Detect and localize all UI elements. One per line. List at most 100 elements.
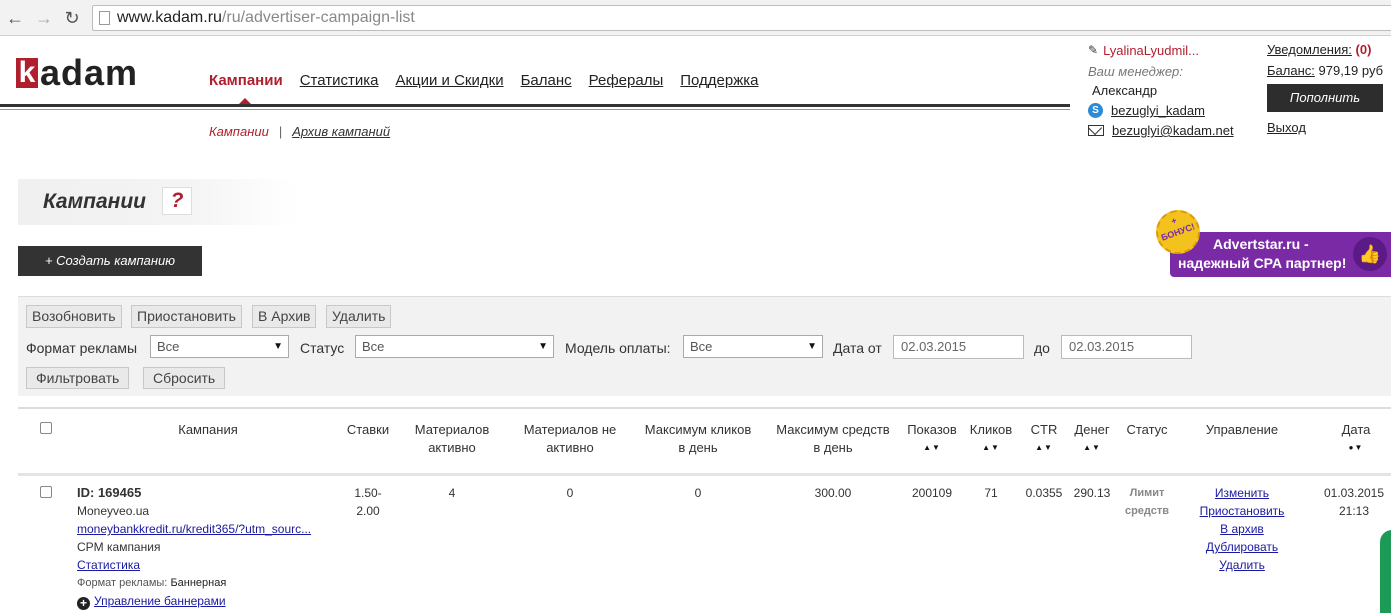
header-divider-thin <box>0 109 1070 110</box>
campaign-site: Moneyveo.ua <box>77 504 150 518</box>
format-select[interactable]: Все ▼ <box>150 335 289 358</box>
duplicate-link[interactable]: Дублировать <box>1198 538 1286 556</box>
col-bids: Ставки <box>346 422 390 437</box>
side-widget[interactable] <box>1380 530 1391 613</box>
pause-button[interactable]: Приостановить <box>131 305 242 328</box>
campaign-stats-link[interactable]: Статистика <box>77 558 140 572</box>
manage-cell: Изменить Приостановить В архив Дублирова… <box>1198 484 1286 574</box>
header-divider <box>0 104 1070 107</box>
status-label: Статус <box>300 340 345 356</box>
payment-select[interactable]: Все ▼ <box>683 335 823 358</box>
create-campaign-button[interactable]: + Создать кампанию <box>18 246 202 276</box>
date-line1: 01.03.2015 <box>1323 486 1385 500</box>
reload-icon[interactable]: ↻ <box>62 8 82 28</box>
money-cell: 290.13 <box>1073 486 1111 500</box>
sort-icon[interactable]: ▲▼ <box>1070 439 1114 457</box>
pause-link[interactable]: Приостановить <box>1198 502 1286 520</box>
email-link[interactable]: bezuglyi@kadam.net <box>1112 123 1234 138</box>
logout-link[interactable]: Выход <box>1267 120 1391 135</box>
kadam-logo[interactable]: k adam <box>16 52 139 93</box>
nav-balance[interactable]: Баланс <box>521 72 572 89</box>
sort-icon[interactable]: ▲▼ <box>1024 439 1064 457</box>
max-funds-cell: 300.00 <box>814 486 852 500</box>
mail-icon <box>1088 125 1104 136</box>
date-line2: 21:13 <box>1338 504 1370 518</box>
nav-statistics[interactable]: Статистика <box>300 72 379 89</box>
status-select-value: Все <box>362 339 385 354</box>
sub-nav: Кампании | Архив кампаний <box>209 124 390 139</box>
status-select[interactable]: Все ▼ <box>355 335 554 358</box>
col-materials-active-1: Материалов <box>414 422 490 437</box>
row-checkbox[interactable] <box>40 486 52 498</box>
col-shows-label: Показов <box>907 422 957 437</box>
date-cell: 01.03.2015 21:13 <box>1322 484 1386 520</box>
nav-support[interactable]: Поддержка <box>680 72 758 89</box>
manage-banners-link[interactable]: Управление баннерами <box>94 594 226 608</box>
address-bar[interactable]: www.kadam.ru/ru/advertiser-campaign-list <box>92 5 1391 31</box>
format-select-value: Все <box>157 339 180 354</box>
col-max-funds-1: Максимум средств <box>776 422 890 437</box>
col-shows[interactable]: Показов ▲▼ <box>904 421 960 457</box>
notifications-link[interactable]: Уведомления: <box>1267 42 1352 57</box>
edit-link[interactable]: Изменить <box>1198 484 1286 502</box>
user-name-row[interactable]: ✎ LyalinaLyudmil... <box>1088 42 1263 58</box>
banners-row: + Управление баннерами <box>77 592 337 610</box>
balance-value: 979,19 руб <box>1318 63 1384 78</box>
subnav-separator: | <box>278 124 283 139</box>
col-clicks[interactable]: Кликов ▲▼ <box>966 421 1016 457</box>
delete-link[interactable]: Удалить <box>1198 556 1286 574</box>
payment-label: Модель оплаты: <box>565 340 671 356</box>
shows-cell: 200109 <box>911 486 953 500</box>
skype-link[interactable]: bezuglyi_kadam <box>1111 103 1205 118</box>
sort-icon[interactable]: ▲▼ <box>904 439 960 457</box>
col-materials-inactive: Материалов не активно <box>514 421 626 457</box>
col-date-label: Дата <box>1341 422 1371 437</box>
nav-promotions[interactable]: Акции и Скидки <box>395 72 503 89</box>
help-button[interactable]: ? <box>162 187 192 215</box>
max-clicks-cell: 0 <box>694 486 702 500</box>
campaign-url-link[interactable]: moneybankkredit.ru/kredit365/?utm_sourc.… <box>77 522 311 536</box>
banner-line1: Advertstar.ru - <box>1213 236 1309 252</box>
reset-button[interactable]: Сбросить <box>143 367 226 389</box>
page-title-box: Кампании ? <box>18 179 298 225</box>
col-ctr-label: CTR <box>1030 422 1058 437</box>
col-ctr[interactable]: CTR ▲▼ <box>1024 421 1064 457</box>
balance-row: Баланс: 979,19 руб <box>1267 63 1391 78</box>
ad-format-label: Формат рекламы: <box>77 577 168 589</box>
advertstar-banner[interactable]: Advertstar.ru - надежный CPA партнер! 👍 <box>1170 232 1391 277</box>
balance-link[interactable]: Баланс: <box>1267 63 1315 78</box>
clicks-cell: 71 <box>984 486 998 500</box>
logo-text: adam <box>40 52 139 93</box>
col-max-clicks: Максимум кликов в день <box>638 421 758 457</box>
filter-button[interactable]: Фильтровать <box>26 367 130 389</box>
archive-link[interactable]: В архив <box>1198 520 1286 538</box>
col-manage: Управление <box>1205 422 1279 437</box>
back-icon[interactable]: ← <box>5 8 25 28</box>
nav-referrals[interactable]: Рефералы <box>589 72 664 89</box>
format-label: Формат рекламы <box>26 340 138 356</box>
date-from-input[interactable]: 02.03.2015 <box>893 335 1024 359</box>
col-money[interactable]: Денег ▲▼ <box>1070 421 1114 457</box>
topup-button[interactable]: Пополнить <box>1267 84 1383 112</box>
select-all-checkbox[interactable] <box>40 422 52 434</box>
delete-button[interactable]: Удалить <box>326 305 392 328</box>
campaign-type: CPM кампания <box>77 540 161 554</box>
sort-icon[interactable]: ●▼ <box>1336 439 1376 457</box>
sort-icon[interactable]: ▲▼ <box>966 439 1016 457</box>
date-from-label: Дата от <box>833 340 882 356</box>
col-date[interactable]: Дата ●▼ <box>1336 421 1376 457</box>
resume-button[interactable]: Возобновить <box>26 305 122 328</box>
ad-format-value: Баннерная <box>170 577 227 589</box>
col-materials-inactive-1: Материалов не <box>523 422 617 437</box>
skype-row: S bezuglyi_kadam <box>1088 103 1263 118</box>
campaign-cell: ID: 169465 Moneyveo.ua moneybankkredit.r… <box>77 484 337 610</box>
forward-icon[interactable]: → <box>34 8 54 28</box>
nav-campaigns[interactable]: Кампании <box>209 72 283 89</box>
header-separator <box>18 473 1391 476</box>
email-row: bezuglyi@kadam.net <box>1088 123 1263 138</box>
subnav-archive-link[interactable]: Архив кампаний <box>292 124 390 139</box>
archive-button[interactable]: В Архив <box>252 305 317 328</box>
bids-line1: 1.50- <box>354 486 382 500</box>
date-to-input[interactable]: 02.03.2015 <box>1061 335 1192 359</box>
materials-inactive-cell: 0 <box>566 486 574 500</box>
